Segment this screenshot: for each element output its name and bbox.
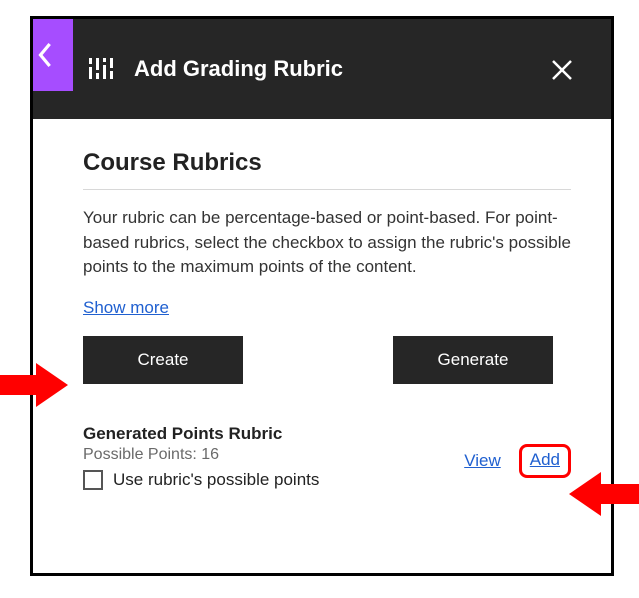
panel-header: Add Grading Rubric [33,19,611,119]
rubric-grid-icon [88,55,116,83]
back-button[interactable] [33,19,73,91]
add-grading-rubric-panel: Add Grading Rubric Course Rubrics Your r… [30,16,614,576]
panel-body: Course Rubrics Your rubric can be percen… [83,149,571,490]
divider [83,189,571,190]
add-link[interactable]: Add [530,450,560,469]
create-button[interactable]: Create [83,336,243,384]
use-possible-points-label: Use rubric's possible points [113,470,319,490]
chevron-left-icon [35,39,57,71]
show-more-link[interactable]: Show more [83,298,169,318]
close-icon [550,58,574,82]
panel-title: Add Grading Rubric [134,56,343,82]
rubric-item: Generated Points Rubric Possible Points:… [83,424,571,490]
section-description: Your rubric can be percentage-based or p… [83,206,571,280]
view-link[interactable]: View [464,451,501,471]
rubric-name: Generated Points Rubric [83,424,571,444]
rubric-actions: View Add [464,444,571,478]
section-title: Course Rubrics [83,149,571,177]
add-highlight-box: Add [519,444,571,478]
action-button-row: Create Generate [83,336,571,384]
close-button[interactable] [547,55,577,85]
use-possible-points-checkbox[interactable] [83,470,103,490]
generate-button[interactable]: Generate [393,336,553,384]
